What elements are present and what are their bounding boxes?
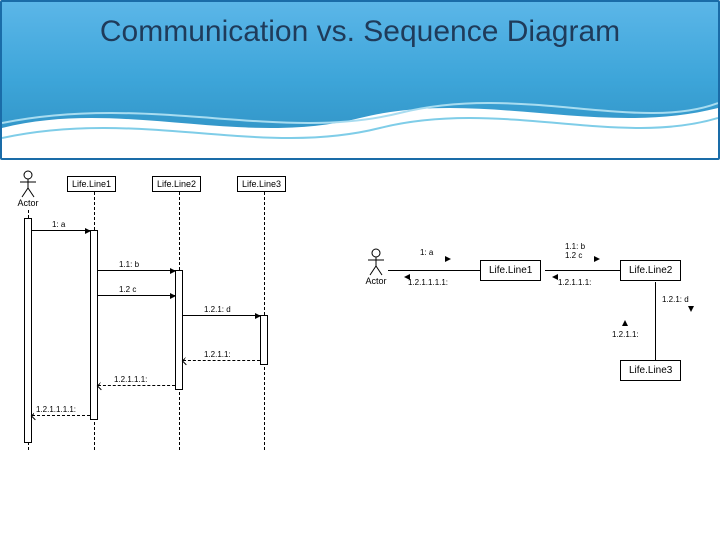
msg-1211-label: 1.2.1.1: bbox=[202, 350, 233, 359]
slide-header: Communication vs. Sequence Diagram bbox=[0, 0, 720, 160]
msg-12111 bbox=[98, 385, 175, 386]
communication-diagram: Actor Life.Line1 Life.Line2 Life.Line3 1… bbox=[360, 220, 710, 420]
link-l2-l3-msg121: 1.2.1: d bbox=[662, 295, 689, 304]
msg-11 bbox=[98, 270, 175, 271]
msg-121111 bbox=[32, 415, 90, 416]
comm-node-1: Life.Line1 bbox=[480, 260, 541, 281]
arrow-1 bbox=[445, 256, 451, 262]
comm-actor: Actor bbox=[364, 248, 388, 286]
actor-activation bbox=[24, 218, 32, 443]
comm-actor-label: Actor bbox=[364, 276, 388, 286]
lifeline-2-header: Life.Line2 bbox=[152, 176, 201, 192]
lifeline-2-activation bbox=[175, 270, 183, 390]
lifeline-3-header: Life.Line3 bbox=[237, 176, 286, 192]
msg-1-label: 1: a bbox=[50, 220, 67, 229]
comm-node-2: Life.Line2 bbox=[620, 260, 681, 281]
arrow-121111 bbox=[404, 274, 410, 280]
link-l1-l2-msg12111: 1.2.1.1.1: bbox=[558, 278, 591, 287]
link-l2-l3-msg1211: 1.2.1.1: bbox=[612, 330, 639, 339]
arrow-1211 bbox=[622, 320, 628, 326]
slide-title: Communication vs. Sequence Diagram bbox=[2, 2, 718, 50]
lifeline-1-header: Life.Line1 bbox=[67, 176, 116, 192]
msg-12111-label: 1.2.1.1.1: bbox=[112, 375, 149, 384]
link-actor-l1-msg1: 1: a bbox=[420, 248, 433, 257]
msg-121111-label: 1.2.1.1.1.1: bbox=[34, 405, 78, 414]
actor-label: Actor bbox=[16, 198, 40, 208]
actor-icon bbox=[364, 248, 388, 276]
msg-121 bbox=[183, 315, 260, 316]
arrow-121 bbox=[688, 306, 694, 312]
sequence-diagram: Actor Life.Line1 Life.Line2 Life.Line3 1… bbox=[12, 170, 332, 470]
actor-icon bbox=[16, 170, 40, 198]
link-l2-l3 bbox=[655, 282, 656, 360]
link-l1-l2-msgs: 1.1: b 1.2 c bbox=[565, 242, 585, 260]
link-actor-l1 bbox=[388, 270, 480, 271]
comm-node-3: Life.Line3 bbox=[620, 360, 681, 381]
slide-content: Actor Life.Line1 Life.Line2 Life.Line3 1… bbox=[0, 160, 720, 520]
link-actor-l1-msg121111: 1.2.1.1.1.1: bbox=[408, 278, 448, 287]
arrow-12111 bbox=[552, 274, 558, 280]
msg-1211 bbox=[183, 360, 260, 361]
msg-12-label: 1.2 c bbox=[117, 285, 138, 294]
lifeline-3-activation bbox=[260, 315, 268, 365]
msg-121-label: 1.2.1: d bbox=[202, 305, 233, 314]
wave-decoration bbox=[2, 88, 718, 158]
msg-11-label: 1.1: b bbox=[117, 260, 141, 269]
link-l1-l2 bbox=[545, 270, 620, 271]
msg-1 bbox=[32, 230, 90, 231]
msg-12 bbox=[98, 295, 175, 296]
sequence-actor: Actor bbox=[16, 170, 40, 208]
arrow-11-12 bbox=[594, 256, 600, 262]
lifeline-1-activation bbox=[90, 230, 98, 420]
